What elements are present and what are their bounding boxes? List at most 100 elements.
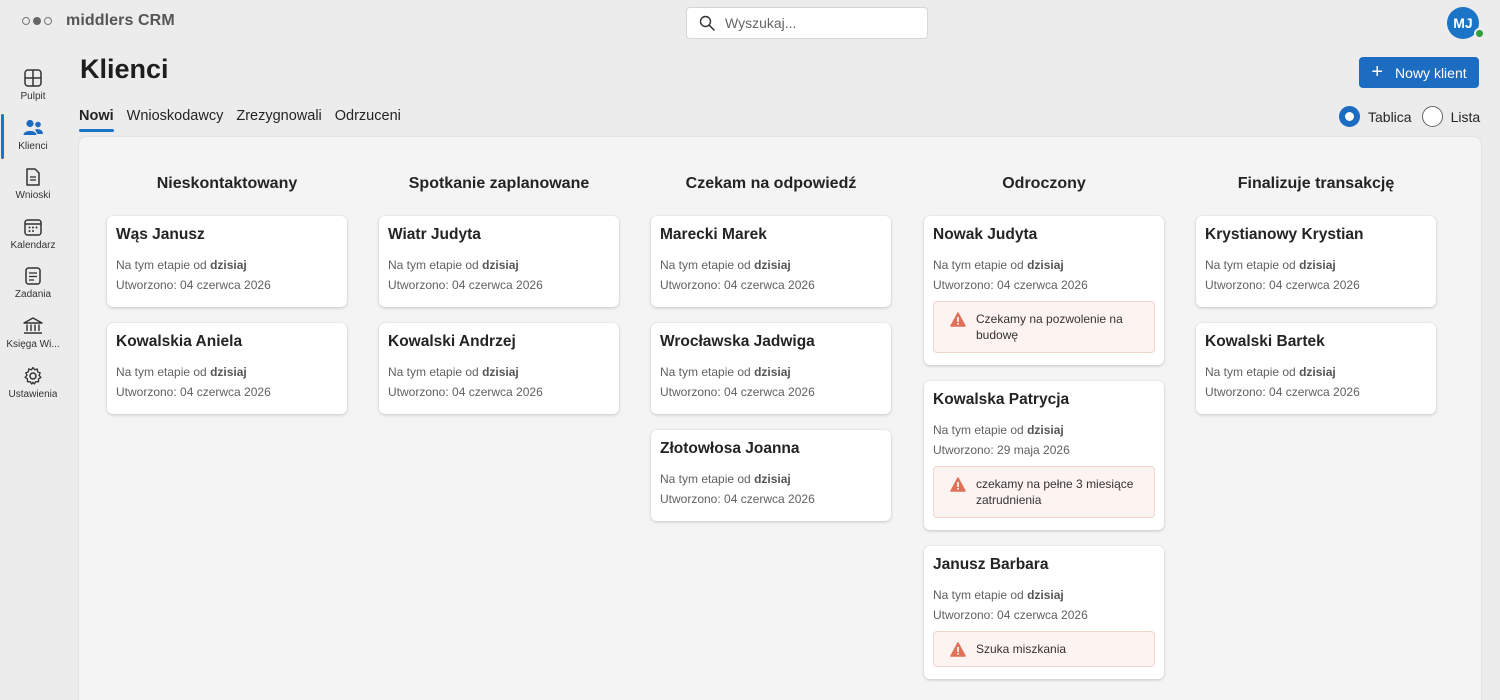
client-card[interactable]: Krystianowy Krystian Na tym etapie od dz… <box>1196 216 1436 307</box>
warning-note: Szuka miszkania <box>933 631 1155 667</box>
presence-status-icon <box>1474 28 1485 39</box>
calendar-icon <box>24 219 42 236</box>
warning-note: czekamy na pełne 3 miesiące zatrudnienia <box>933 466 1155 518</box>
kanban-board: Nieskontaktowany Wąs Janusz Na tym etapi… <box>79 137 1481 700</box>
client-name: Janusz Barbara <box>933 556 1049 573</box>
sidebar-item-wnioski[interactable]: Wnioski <box>0 161 66 211</box>
client-card[interactable]: Kowalska Patrycja Na tym etapie od dzisi… <box>924 381 1164 530</box>
client-name: Kowalskia Aniela <box>116 333 243 350</box>
client-name: Złotowłosa Joanna <box>660 440 800 457</box>
tab-odrzuceni[interactable]: Odrzuceni <box>335 108 401 129</box>
sidebar-item-ustawienia[interactable]: Ustawienia <box>0 360 66 410</box>
warning-icon <box>950 477 966 492</box>
app-logo-icon <box>22 17 52 25</box>
tab-zrezygnowali[interactable]: Zrezygnowali <box>236 108 321 129</box>
tab-bar: Nowi Wnioskodawcy Zrezygnowali Odrzuceni <box>79 108 401 132</box>
page-title: Klienci <box>80 54 169 84</box>
search-icon <box>699 15 715 31</box>
bank-icon <box>23 317 43 334</box>
client-card[interactable]: Wąs Janusz Na tym etapie od dzisiaj Utwo… <box>107 216 347 307</box>
stage-since: Na tym etapie od dzisiaj <box>388 258 519 272</box>
sidebar: Pulpit Klienci Wnioski Kalendarz Zadania… <box>0 62 66 409</box>
plus-icon: + <box>1371 60 1384 83</box>
column-title: Czekam na odpowiedź <box>685 175 857 192</box>
tab-wnioskodawcy[interactable]: Wnioskodawcy <box>127 108 224 129</box>
tasks-icon <box>25 267 41 286</box>
note-text: Szuka miszkania <box>976 642 1067 656</box>
search-input[interactable] <box>725 15 905 31</box>
column-title: Nieskontaktowany <box>156 175 298 192</box>
tab-nowi[interactable]: Nowi <box>79 108 114 132</box>
warning-icon <box>950 642 966 657</box>
sidebar-item-pulpit[interactable]: Pulpit <box>0 62 66 112</box>
board-column: Nieskontaktowany Wąs Janusz Na tym etapi… <box>107 137 347 430</box>
app-title: middlers CRM <box>66 12 175 29</box>
stage-since: Na tym etapie od dzisiaj <box>388 365 519 379</box>
stage-since: Na tym etapie od dzisiaj <box>1205 365 1336 379</box>
created-date: Utworzono: 04 czerwca 2026 <box>1205 278 1360 292</box>
client-card[interactable]: Złotowłosa Joanna Na tym etapie od dzisi… <box>651 430 891 521</box>
view-toggle: Tablica Lista <box>1339 106 1490 127</box>
stage-since: Na tym etapie od dzisiaj <box>660 258 791 272</box>
sidebar-item-label: Zadania <box>14 289 52 301</box>
note-text: czekamy na pełne 3 miesiące zatrudnienia <box>976 477 1134 507</box>
created-date: Utworzono: 04 czerwca 2026 <box>388 278 543 292</box>
client-card[interactable]: Marecki Marek Na tym etapie od dzisiaj U… <box>651 216 891 307</box>
new-client-button[interactable]: + Nowy klient <box>1359 57 1479 88</box>
created-date: Utworzono: 04 czerwca 2026 <box>660 278 815 292</box>
client-name: Marecki Marek <box>660 226 767 243</box>
client-name: Kowalski Bartek <box>1205 333 1325 350</box>
client-card[interactable]: Kowalskia Aniela Na tym etapie od dzisia… <box>107 323 347 414</box>
warning-icon <box>950 312 966 327</box>
client-name: Krystianowy Krystian <box>1205 226 1364 243</box>
created-date: Utworzono: 04 czerwca 2026 <box>933 608 1088 622</box>
client-card[interactable]: Wiatr Judyta Na tym etapie od dzisiaj Ut… <box>379 216 619 307</box>
sidebar-item-label: Klienci <box>18 140 48 152</box>
board-column: Odroczony Nowak Judyta Na tym etapie od … <box>924 137 1164 695</box>
warning-note: Czekamy na pozwolenie na budowę <box>933 301 1155 353</box>
sidebar-item-klienci[interactable]: Klienci <box>0 112 66 162</box>
column-title: Finalizuje transakcję <box>1237 175 1395 192</box>
client-card[interactable]: Janusz Barbara Na tym etapie od dzisiaj … <box>924 546 1164 679</box>
created-date: Utworzono: 04 czerwca 2026 <box>116 385 271 399</box>
note-text: Czekamy na pozwolenie na budowę <box>976 312 1123 342</box>
column-title: Odroczony <box>1002 175 1086 192</box>
created-date: Utworzono: 04 czerwca 2026 <box>1205 385 1360 399</box>
client-card[interactable]: Kowalski Andrzej Na tym etapie od dzisia… <box>379 323 619 414</box>
stage-since: Na tym etapie od dzisiaj <box>933 258 1064 272</box>
stage-since: Na tym etapie od dzisiaj <box>660 365 791 379</box>
created-date: Utworzono: 29 maja 2026 <box>933 443 1070 457</box>
gear-icon <box>24 366 42 385</box>
sidebar-item-kalendarz[interactable]: Kalendarz <box>0 211 66 261</box>
created-date: Utworzono: 04 czerwca 2026 <box>388 385 543 399</box>
radio-selected-icon <box>1339 106 1360 127</box>
view-radio-list-label: Lista <box>1450 108 1481 125</box>
stage-since: Na tym etapie od dzisiaj <box>1205 258 1336 272</box>
client-card[interactable]: Wrocławska Jadwiga Na tym etapie od dzis… <box>651 323 891 414</box>
sidebar-item-zadania[interactable]: Zadania <box>0 260 66 310</box>
stage-since: Na tym etapie od dzisiaj <box>116 258 247 272</box>
radio-unselected-icon <box>1421 106 1443 127</box>
created-date: Utworzono: 04 czerwca 2026 <box>116 278 271 292</box>
client-name: Kowalska Patrycja <box>933 391 1070 408</box>
column-title: Spotkanie zaplanowane <box>408 175 590 192</box>
client-name: Wąs Janusz <box>116 226 205 243</box>
avatar-initials: MJ <box>1453 15 1473 31</box>
top-bar: middlers CRM MJ <box>0 0 1500 45</box>
search-box[interactable] <box>686 7 928 39</box>
view-radio-board[interactable]: Tablica <box>1339 106 1412 127</box>
client-name: Wiatr Judyta <box>388 226 481 243</box>
stage-since: Na tym etapie od dzisiaj <box>660 472 791 486</box>
sidebar-item-ksiega[interactable]: Księga Wi... <box>0 310 66 360</box>
stage-since: Na tym etapie od dzisiaj <box>116 365 247 379</box>
board-column: Spotkanie zaplanowane Wiatr Judyta Na ty… <box>379 137 619 430</box>
document-icon <box>26 168 40 186</box>
client-card[interactable]: Nowak Judyta Na tym etapie od dzisiaj Ut… <box>924 216 1164 365</box>
client-card[interactable]: Kowalski Bartek Na tym etapie od dzisiaj… <box>1196 323 1436 414</box>
view-radio-board-label: Tablica <box>1368 108 1412 125</box>
dashboard-icon <box>24 69 42 87</box>
view-radio-list[interactable]: Lista <box>1421 106 1481 127</box>
stage-since: Na tym etapie od dzisiaj <box>933 588 1064 602</box>
sidebar-item-label: Wnioski <box>15 190 51 202</box>
sidebar-item-label: Księga Wi... <box>6 338 60 350</box>
